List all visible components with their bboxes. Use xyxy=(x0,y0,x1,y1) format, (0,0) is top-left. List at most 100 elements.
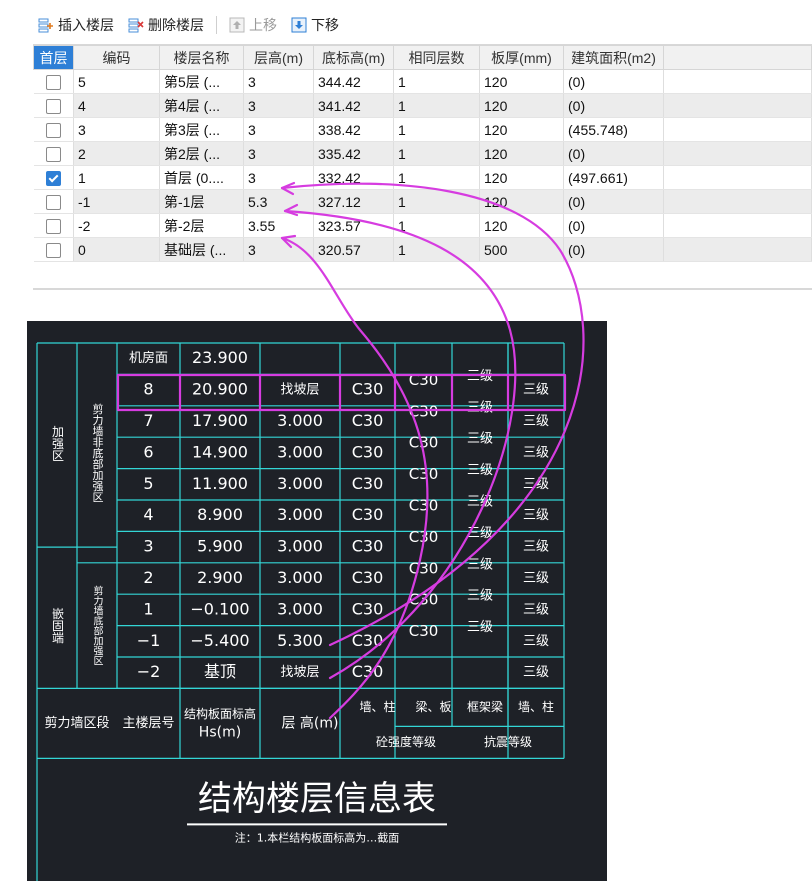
table-row[interactable]: 3 第3层 (... 3 338.42 1 120 (455.748) xyxy=(33,117,812,142)
cell-height[interactable]: 3 xyxy=(243,93,314,118)
table-row[interactable]: -2 第-2层 3.55 323.57 1 120 (0) xyxy=(33,213,812,238)
cell-bottom[interactable]: 344.42 xyxy=(313,69,394,94)
col-header-code[interactable]: 编码 xyxy=(73,45,160,70)
col-header-bottom[interactable]: 底标高(m) xyxy=(313,45,394,70)
cell-height[interactable]: 3 xyxy=(243,165,314,190)
cell-same[interactable]: 1 xyxy=(393,141,480,166)
cell-code[interactable]: 0 xyxy=(73,237,160,262)
cell-name[interactable]: 第-2层 xyxy=(159,213,244,238)
cad-floor-number: 5 xyxy=(143,474,153,493)
cell-slab[interactable]: 120 xyxy=(479,213,564,238)
col-header-height[interactable]: 层高(m) xyxy=(243,45,314,70)
cell-name[interactable]: 第-1层 xyxy=(159,189,244,214)
cell-bottom[interactable]: 341.42 xyxy=(313,93,394,118)
cell-slab[interactable]: 120 xyxy=(479,93,564,118)
table-row[interactable]: 1 首层 (0.... 3 332.42 1 120 (497.661) xyxy=(33,165,812,190)
first-floor-checkbox[interactable] xyxy=(45,194,61,210)
cell-code[interactable]: 3 xyxy=(73,117,160,142)
first-floor-cell[interactable] xyxy=(33,165,74,190)
cell-area[interactable]: (0) xyxy=(563,93,664,118)
first-floor-checkbox[interactable] xyxy=(45,146,61,162)
cell-code[interactable]: -1 xyxy=(73,189,160,214)
table-row[interactable]: 2 第2层 (... 3 335.42 1 120 (0) xyxy=(33,141,812,166)
table-row[interactable]: 0 基础层 (... 3 320.57 1 500 (0) xyxy=(33,237,812,262)
cell-height[interactable]: 3 xyxy=(243,237,314,262)
cell-bottom[interactable]: 338.42 xyxy=(313,117,394,142)
cell-name[interactable]: 首层 (0.... xyxy=(159,165,244,190)
first-floor-cell[interactable] xyxy=(33,189,74,214)
col-header-filler xyxy=(663,45,812,70)
first-floor-checkbox[interactable] xyxy=(45,74,61,90)
cell-area[interactable]: (455.748) xyxy=(563,117,664,142)
first-floor-cell[interactable] xyxy=(33,93,74,118)
col-header-first[interactable]: 首层 xyxy=(33,45,74,70)
cell-slab[interactable]: 120 xyxy=(479,189,564,214)
cad-seismic-grade-frame: 三级 xyxy=(467,369,493,384)
col-header-area[interactable]: 建筑面积(m2) xyxy=(563,45,664,70)
cell-same[interactable]: 1 xyxy=(393,93,480,118)
cell-code[interactable]: 4 xyxy=(73,93,160,118)
first-floor-checkbox[interactable] xyxy=(45,242,61,258)
cell-bottom[interactable]: 327.12 xyxy=(313,189,394,214)
col-header-slab[interactable]: 板厚(mm) xyxy=(479,45,564,70)
cell-bottom[interactable]: 332.42 xyxy=(313,165,394,190)
cell-slab[interactable]: 120 xyxy=(479,69,564,94)
cell-area[interactable]: (0) xyxy=(563,213,664,238)
cell-height[interactable]: 3 xyxy=(243,117,314,142)
cell-code[interactable]: 1 xyxy=(73,165,160,190)
grid-bottom-border xyxy=(33,288,812,290)
col-header-same[interactable]: 相同层数 xyxy=(393,45,480,70)
cell-slab[interactable]: 120 xyxy=(479,165,564,190)
cell-same[interactable]: 1 xyxy=(393,213,480,238)
cell-bottom[interactable]: 323.57 xyxy=(313,213,394,238)
first-floor-checkbox[interactable] xyxy=(45,122,61,138)
cell-bottom[interactable]: 335.42 xyxy=(313,141,394,166)
delete-floor-button[interactable]: 删除楼层 xyxy=(123,13,209,37)
cell-height[interactable]: 3 xyxy=(243,141,314,166)
cell-name[interactable]: 基础层 (... xyxy=(159,237,244,262)
first-floor-cell[interactable] xyxy=(33,237,74,262)
cell-height[interactable]: 3 xyxy=(243,69,314,94)
cell-bottom[interactable]: 320.57 xyxy=(313,237,394,262)
cell-code[interactable]: 2 xyxy=(73,141,160,166)
cad-floor-height: 找坡层 xyxy=(280,665,319,680)
first-floor-cell[interactable] xyxy=(33,213,74,238)
cell-name[interactable]: 第5层 (... xyxy=(159,69,244,94)
first-floor-checkbox[interactable] xyxy=(45,218,61,234)
cell-code[interactable]: -2 xyxy=(73,213,160,238)
cell-same[interactable]: 1 xyxy=(393,189,480,214)
cell-slab[interactable]: 120 xyxy=(479,117,564,142)
cell-area[interactable]: (0) xyxy=(563,237,664,262)
cad-seismic-grade-frame: 三级 xyxy=(467,589,493,604)
cell-same[interactable]: 1 xyxy=(393,117,480,142)
cell-slab[interactable]: 500 xyxy=(479,237,564,262)
first-floor-cell[interactable] xyxy=(33,69,74,94)
cell-slab[interactable]: 120 xyxy=(479,141,564,166)
move-up-button[interactable]: 上移 xyxy=(224,13,282,37)
cell-same[interactable]: 1 xyxy=(393,165,480,190)
cell-filler xyxy=(663,189,812,214)
cell-name[interactable]: 第3层 (... xyxy=(159,117,244,142)
cell-same[interactable]: 1 xyxy=(393,237,480,262)
cell-height[interactable]: 5.3 xyxy=(243,189,314,214)
cell-area[interactable]: (497.661) xyxy=(563,165,664,190)
insert-floor-button[interactable]: 插入楼层 xyxy=(33,13,119,37)
cell-name[interactable]: 第4层 (... xyxy=(159,93,244,118)
cell-same[interactable]: 1 xyxy=(393,69,480,94)
first-floor-checkbox[interactable] xyxy=(45,98,61,114)
col-header-name[interactable]: 楼层名称 xyxy=(159,45,244,70)
first-floor-cell[interactable] xyxy=(33,117,74,142)
table-row[interactable]: -1 第-1层 5.3 327.12 1 120 (0) xyxy=(33,189,812,214)
cell-area[interactable]: (0) xyxy=(563,141,664,166)
cell-area[interactable]: (0) xyxy=(563,69,664,94)
move-down-button[interactable]: 下移 xyxy=(286,13,344,37)
cell-name[interactable]: 第2层 (... xyxy=(159,141,244,166)
cell-area[interactable]: (0) xyxy=(563,189,664,214)
table-row[interactable]: 5 第5层 (... 3 344.42 1 120 (0) xyxy=(33,69,812,94)
table-row[interactable]: 4 第4层 (... 3 341.42 1 120 (0) xyxy=(33,93,812,118)
first-floor-checkbox[interactable] xyxy=(45,170,61,186)
first-floor-cell[interactable] xyxy=(33,141,74,166)
cell-height[interactable]: 3.55 xyxy=(243,213,314,238)
cell-code[interactable]: 5 xyxy=(73,69,160,94)
cad-elevation: 基顶 xyxy=(204,662,236,681)
